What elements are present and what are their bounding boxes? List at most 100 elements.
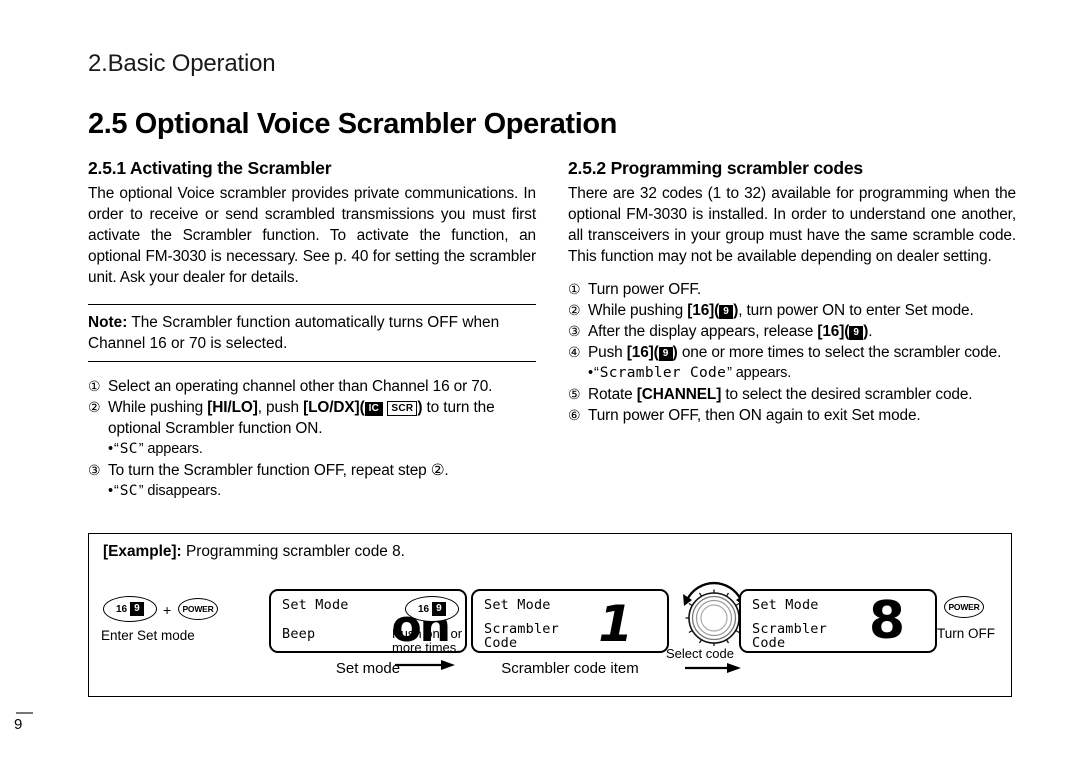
chapter-heading: 2.Basic Operation — [88, 50, 276, 77]
step-text-pre: While pushing — [108, 399, 208, 416]
key-9-icon: 9 — [719, 305, 734, 319]
step-number: ⑥ — [568, 407, 581, 423]
left-intro-paragraph: The optional Voice scrambler provides pr… — [88, 185, 536, 286]
example-title: [Example]: Programming scrambler code 8. — [103, 543, 405, 561]
step-text-post: one or more times to select the scramble… — [677, 344, 1002, 361]
ic-icon: IC — [364, 402, 384, 416]
key-hi-lo: [HI/LO] — [207, 399, 258, 416]
power-label: POWER — [948, 602, 980, 612]
list-item: ① Select an operating channel other than… — [88, 376, 536, 397]
list-item: ① Turn power OFF. — [568, 279, 1016, 300]
key-channel: [CHANNEL] — [636, 386, 722, 403]
page-number-value: 9 — [14, 716, 23, 733]
right-subsection-title: 2.5.2 Programming scrambler codes — [568, 158, 863, 178]
step-number: ② — [568, 302, 581, 318]
list-item: ③ After the display appears, release [16… — [568, 323, 873, 340]
step-text-pre: Rotate — [588, 386, 637, 403]
step-text: Select an operating channel other than C… — [108, 378, 493, 395]
step-number: ③ — [88, 462, 101, 478]
lcd-indicator-sc: SC — [119, 439, 139, 460]
key-lo-dx: [LO/DX] — [303, 399, 360, 416]
scr-icon: SCR — [387, 401, 418, 416]
lcd3-line1: Set Mode — [752, 597, 819, 613]
right-intro-paragraph: There are 32 codes (1 to 32) available f… — [568, 185, 1016, 265]
list-item: ③ To turn the Scrambler function OFF, re… — [88, 460, 536, 481]
step-number: ① — [568, 281, 581, 297]
step-text-post: , turn power ON to enter Set mode. — [738, 302, 974, 319]
note-label: Note: — [88, 314, 128, 331]
example-label: [Example]: — [103, 543, 182, 560]
list-item: ④ Push [16](9) one or more times to sele… — [568, 344, 1002, 361]
right-step-list: ① Turn power OFF. ② While pushing [16](9… — [568, 279, 1016, 426]
list-item-bullet: •“SC” appears. — [88, 439, 536, 460]
step-text-pre: After the display appears, release — [588, 323, 818, 340]
bullet-tail: appears. — [731, 365, 792, 381]
key-9-icon: 9 — [130, 602, 145, 616]
key-16-label: 16 — [417, 603, 430, 615]
key-9-icon: 9 — [849, 326, 864, 340]
power-button[interactable]: POWER — [178, 598, 218, 620]
list-item: ⑤ Rotate [CHANNEL] to select the desired… — [568, 384, 1016, 405]
list-item-bullet: •“Scrambler Code” appears. — [568, 363, 1016, 384]
step-text: To turn the Scrambler function OFF, repe… — [108, 462, 449, 479]
step-number: ② — [88, 399, 101, 415]
bullet-dot: • — [588, 365, 593, 381]
key-9-icon: 9 — [432, 602, 447, 616]
step-text: Turn power OFF, then ON again to exit Se… — [588, 407, 921, 424]
key-16: [16] — [817, 323, 845, 340]
lcd-indicator-sc: SC — [119, 481, 139, 502]
push-times-caption-line1: Push one or — [392, 626, 463, 641]
power-label: POWER — [182, 604, 214, 614]
lcd2-value: 1 — [598, 595, 633, 653]
list-item: ② While pushing [16](9), turn power ON t… — [568, 302, 974, 319]
step-number: ③ — [568, 323, 581, 339]
step-text-post: to select the desired scrambler code. — [721, 386, 973, 403]
page-title: 2.5 Optional Voice Scrambler Operation — [88, 108, 617, 140]
lcd3-line3: Code — [752, 635, 786, 651]
note-text: The Scrambler function automatically tur… — [88, 314, 500, 352]
manual-page: 2.Basic Operation 2.5 Optional Voice Scr… — [0, 0, 1080, 762]
bullet-tail: disappears. — [143, 483, 222, 499]
step-text-post: . — [868, 323, 873, 340]
bullet-dot: • — [108, 483, 113, 499]
lcd-display-scrambler-code-item: Set Mode Scrambler Code 1 — [471, 589, 669, 653]
push-times-caption-line2: more times. — [392, 640, 460, 655]
page-number-rule — [16, 712, 33, 714]
arrow-right-icon — [395, 660, 455, 670]
note-block: Note: The Scrambler function automatical… — [88, 304, 536, 362]
plus-sign: + — [163, 602, 172, 618]
step-number: ④ — [568, 344, 581, 360]
lcd2-line3: Code — [484, 635, 518, 651]
key-16-9-button-2[interactable]: 16 9 — [405, 596, 459, 622]
lcd2-caption: Scrambler code item — [501, 660, 639, 677]
lcd-display-scrambler-code-8: Set Mode Scrambler Code 8 — [739, 589, 937, 653]
lcd3-value: 8 — [868, 591, 905, 651]
left-column: 2.5.1 Activating the Scrambler The optio… — [88, 158, 536, 502]
page-number: 9 — [14, 712, 33, 733]
bullet-dot: • — [108, 441, 113, 457]
left-step-list: ① Select an operating channel other than… — [88, 376, 536, 502]
bullet-tail: appears. — [143, 441, 203, 457]
example-box: [Example]: Programming scrambler code 8.… — [88, 533, 1012, 697]
arrow-right-icon-2 — [685, 663, 741, 673]
power-button-off[interactable]: POWER — [944, 596, 984, 618]
step-text-mid: , push — [257, 399, 304, 416]
lcd2-line1: Set Mode — [484, 597, 551, 613]
key-9-icon: 9 — [658, 347, 673, 361]
lcd-indicator-scrambler-code: Scrambler Code — [599, 363, 727, 384]
lcd1-line2: Beep — [282, 626, 316, 642]
step-text-pre: While pushing — [588, 302, 688, 319]
key-16-9-button[interactable]: 16 9 — [103, 596, 157, 622]
key-16: [16] — [626, 344, 654, 361]
step-text-pre: Push — [588, 344, 627, 361]
step-number: ① — [88, 378, 101, 394]
step-text: Turn power OFF. — [588, 281, 702, 298]
key-16: [16] — [687, 302, 715, 319]
left-subsection-title: 2.5.1 Activating the Scrambler — [88, 158, 332, 178]
lcd1-line1: Set Mode — [282, 597, 349, 613]
list-item: ② While pushing [HI/LO], push [LO/DX](IC… — [88, 397, 536, 439]
enter-set-mode-caption: Enter Set mode — [101, 628, 195, 643]
channel-knob-icon[interactable] — [681, 580, 747, 646]
key-16-label: 16 — [115, 603, 128, 615]
right-column: 2.5.2 Programming scrambler codes There … — [568, 158, 1016, 426]
